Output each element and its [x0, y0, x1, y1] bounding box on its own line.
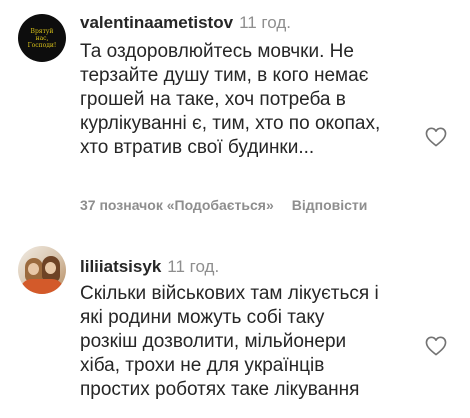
comment-text-line: хіба, трохи не для українців [80, 355, 325, 376]
heart-outline-icon[interactable] [425, 127, 447, 147]
comment-text-line: хто втратив свої будинки... [80, 137, 315, 158]
comment-item: liliiatsisyk 11 год. Скільки військових т… [0, 230, 470, 418]
avatar[interactable]: Врятуй нас, Господи! [18, 14, 66, 62]
comments-view: { "comments": [ { "username": "valentina… [0, 0, 470, 418]
comment-time[interactable]: 11 год. [239, 13, 291, 32]
comment-text: Скільки військових там лікується і які р… [80, 282, 410, 402]
comment-text-line: Та оздоровлюйтесь мовчки. Не [80, 41, 354, 62]
reply-button[interactable]: Відповісти [292, 197, 368, 213]
avatar-photo-shape [28, 263, 39, 275]
comment-username[interactable]: valentinaametistov [80, 13, 233, 32]
comment-item: Врятуй нас, Господи! valentinaametistov 1… [0, 0, 470, 230]
comment-text-line: простих роботях таке лікування [80, 379, 360, 400]
comment-username[interactable]: liliiatsisyk [80, 257, 161, 276]
comment-header: liliiatsisyk 11 год. [80, 256, 219, 278]
comment-time[interactable]: 11 год. [167, 257, 219, 276]
comment-text: Та оздоровлюйтесь мовчки. Не терзайте ду… [80, 40, 410, 160]
comment-text-line: терзайте душу тим, в кого немає [80, 65, 369, 86]
comment-header: valentinaametistov 11 год. [80, 12, 291, 34]
likes-count-link[interactable]: 37 позначок «Подобається» [80, 197, 274, 213]
heart-outline-icon[interactable] [425, 336, 447, 356]
comment-text-line: грошей на таке, хоч потреба в [80, 89, 346, 110]
avatar[interactable] [18, 246, 66, 294]
avatar-photo-shape [45, 262, 56, 274]
comment-meta: 37 позначок «Подобається» Відповісти [80, 196, 367, 214]
comment-text-line: Скільки військових там лікується і [80, 283, 379, 304]
avatar-photo-shape [20, 279, 64, 294]
comment-text-line: розкіш дозволити, мільйонери [80, 331, 347, 352]
comment-text-line: курлікуванні є, тим, хто по окопах, [80, 113, 381, 134]
comment-text-line: які родини можуть собі таку [80, 307, 325, 328]
avatar-logo-text: Врятуй нас, Господи! [27, 27, 57, 49]
